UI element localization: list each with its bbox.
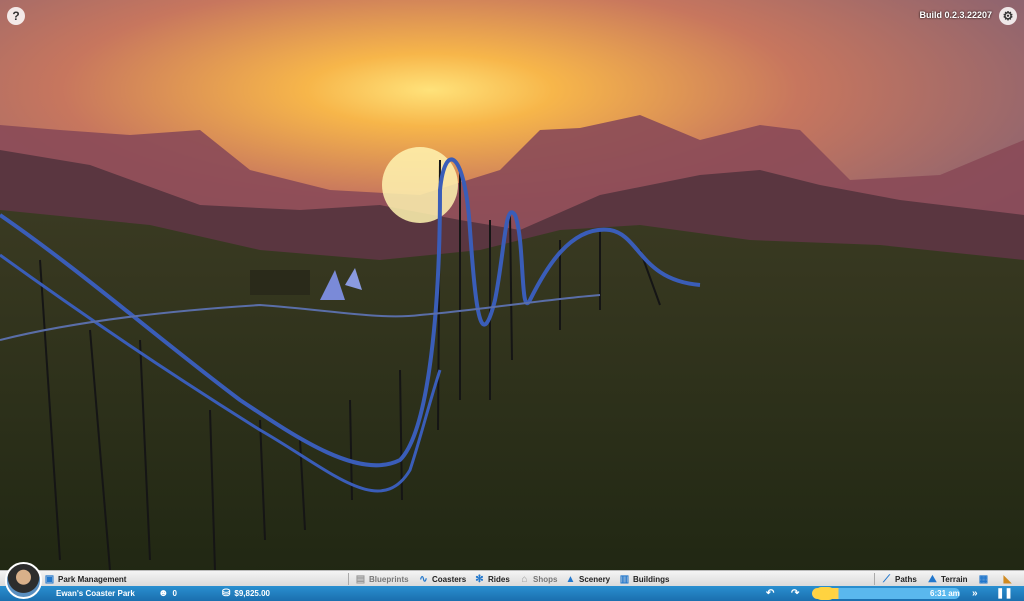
guests-icon: ☻ — [158, 588, 169, 599]
build-toolbar: ▣ Park Management ▤ Blueprints ∿ Coasters ✻… — [0, 570, 1024, 587]
build-label: Build 0.2.3.22207 — [919, 10, 992, 20]
help-icon: ? — [12, 9, 20, 23]
scenery-label: Scenery — [579, 574, 611, 584]
gear-icon: ⚙ — [1002, 9, 1014, 23]
camera-button[interactable]: ◣ — [1002, 571, 1016, 587]
scenery-icon: ▲ — [565, 573, 576, 585]
sun — [382, 147, 458, 223]
park-money[interactable]: ⛁ $9,825.00 — [222, 586, 270, 601]
park-management-icon: ▣ — [44, 573, 55, 585]
guests-value: 0 — [172, 589, 177, 598]
undo-button[interactable]: ↶ — [766, 586, 778, 601]
paths-icon: ⟋ — [883, 573, 890, 585]
grid-icon: ▦ — [978, 573, 989, 585]
park-management-label: Park Management — [58, 574, 127, 584]
buildings-icon: ▥ — [619, 573, 630, 585]
redo-icon: ↷ — [791, 588, 800, 599]
shops-button[interactable]: ⌂ Shops — [519, 571, 557, 587]
toolbar-divider — [348, 573, 349, 585]
money-icon: ⛁ — [222, 588, 231, 599]
park-management-button[interactable]: ▣ Park Management — [44, 571, 127, 587]
fast-forward-button[interactable]: » — [972, 586, 982, 601]
park-name[interactable]: Ewan's Coaster Park — [56, 586, 135, 601]
time-label: 6:31 am — [930, 589, 960, 598]
shops-icon: ⌂ — [521, 573, 528, 585]
hills-near — [0, 210, 1024, 601]
blueprints-icon: ▤ — [355, 573, 366, 585]
coasters-label: Coasters — [432, 574, 467, 584]
buildings-label: Buildings — [633, 574, 670, 584]
fast-forward-icon: » — [972, 588, 978, 599]
scenery-button[interactable]: ▲ Scenery — [565, 571, 611, 587]
blueprints-label: Blueprints — [369, 574, 409, 584]
rides-button[interactable]: ✻ Rides — [474, 571, 510, 587]
money-value: $9,825.00 — [234, 589, 270, 598]
guest-count[interactable]: ☻ 0 — [158, 586, 177, 601]
grid-toggle-button[interactable]: ▦ — [978, 571, 992, 587]
buildings-button[interactable]: ▥ Buildings — [619, 571, 670, 587]
undo-icon: ↶ — [766, 588, 775, 599]
camera-icon: ◣ — [1003, 573, 1012, 585]
rides-icon: ✻ — [475, 573, 484, 585]
sun-icon — [815, 587, 835, 600]
toolbar-divider — [874, 573, 875, 585]
pause-button[interactable]: ❚❚ — [996, 586, 1017, 601]
terrain-icon: ⛰ — [928, 573, 937, 585]
terrain-button[interactable]: ⛰ Terrain — [927, 571, 968, 587]
terrain-label: Terrain — [941, 574, 968, 584]
pause-icon: ❚❚ — [996, 588, 1013, 599]
avatar[interactable] — [5, 562, 42, 599]
coasters-button[interactable]: ∿ Coasters — [418, 571, 466, 587]
paths-button[interactable]: ⟋ Paths — [881, 571, 917, 587]
redo-button[interactable]: ↷ — [791, 586, 803, 601]
blueprints-button[interactable]: ▤ Blueprints — [355, 571, 409, 587]
help-button[interactable]: ? — [7, 7, 25, 25]
settings-button[interactable]: ⚙ — [999, 7, 1017, 25]
coasters-icon: ∿ — [419, 573, 428, 585]
rides-label: Rides — [488, 574, 510, 584]
paths-label: Paths — [895, 574, 917, 584]
game-viewport[interactable] — [0, 0, 1024, 601]
shops-label: Shops — [533, 574, 558, 584]
